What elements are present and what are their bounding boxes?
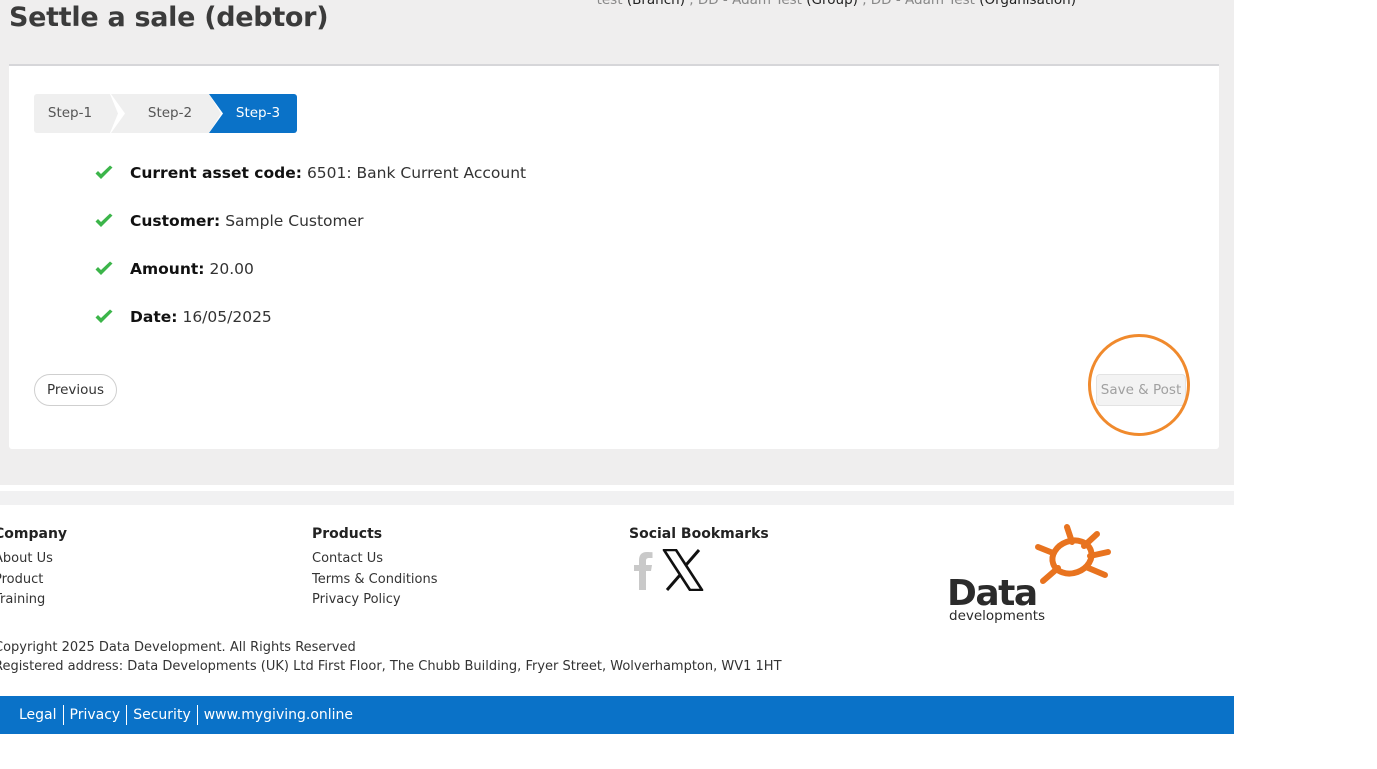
group-name: , DD - Adam Test	[689, 0, 802, 8]
summary-value: 20.00	[209, 260, 254, 278]
footer-social: Social Bookmarks	[629, 526, 769, 549]
summary-item-asset-code: Current asset code: 6501: Bank Current A…	[94, 162, 526, 210]
bottom-link-legal[interactable]: Legal	[13, 705, 63, 725]
wizard-step-2[interactable]: Step-2	[111, 94, 221, 133]
page-content-area: Settle a sale (debtor) test (Branch) , D…	[0, 0, 1234, 485]
data-developments-logo: Data developments	[947, 524, 1111, 623]
footer-link-about-us[interactable]: About Us	[0, 549, 67, 570]
x-icon[interactable]	[662, 549, 704, 591]
page-title: Settle a sale (debtor)	[9, 2, 329, 33]
footer-company: Company About Us Product Training	[0, 526, 67, 611]
wizard-card: Step-1 Step-2 Step-3 Current asset code:…	[9, 64, 1219, 449]
wizard-step-1[interactable]: Step-1	[34, 94, 118, 133]
footer-link-contact-us[interactable]: Contact Us	[312, 549, 438, 570]
check-icon	[95, 309, 113, 323]
previous-button[interactable]: Previous	[34, 374, 117, 406]
bottom-link-bar: Legal Privacy Security www.mygiving.onli…	[0, 696, 1234, 734]
footer-link-training[interactable]: Training	[0, 590, 67, 611]
footer-products: Products Contact Us Terms & Conditions P…	[312, 526, 438, 611]
summary-label: Customer:	[130, 212, 221, 230]
summary-value: 6501: Bank Current Account	[306, 164, 527, 182]
summary-label: Date:	[130, 308, 178, 326]
footer-link-privacy-policy[interactable]: Privacy Policy	[312, 590, 438, 611]
save-and-post-button[interactable]: Save & Post	[1096, 374, 1186, 406]
bottom-link-privacy[interactable]: Privacy	[62, 705, 127, 725]
organisation-name: , DD - Adam Test	[862, 0, 975, 8]
footer-heading-products: Products	[312, 526, 383, 542]
footer-link-product[interactable]: Product	[0, 570, 67, 591]
footer-copyright: Copyright 2025 Data Development. All Rig…	[0, 638, 782, 676]
organisation-tag: (Organisation)	[979, 0, 1076, 8]
summary-value: 16/05/2025	[182, 308, 272, 326]
confirmation-summary: Current asset code: 6501: Bank Current A…	[94, 162, 526, 354]
branch-name: test	[596, 0, 623, 8]
copyright-text: Copyright 2025 Data Development. All Rig…	[0, 640, 356, 655]
check-icon	[95, 261, 113, 275]
footer-heading-social: Social Bookmarks	[629, 526, 769, 542]
registered-address: Registered address: Data Developments (U…	[0, 659, 782, 674]
summary-item-customer: Customer: Sample Customer	[94, 210, 526, 258]
summary-item-date: Date: 16/05/2025	[94, 306, 526, 354]
footer-link-terms[interactable]: Terms & Conditions	[312, 570, 438, 591]
footer-heading-company: Company	[0, 526, 68, 542]
logo-subword: developments	[949, 608, 1045, 623]
user-context: test (Branch) , DD - Adam Test (Group) ,…	[597, 0, 1076, 9]
footer-divider	[0, 491, 1234, 505]
summary-item-amount: Amount: 20.00	[94, 258, 526, 306]
summary-label: Amount:	[130, 260, 205, 278]
check-icon	[95, 213, 113, 227]
check-icon	[95, 165, 113, 179]
summary-value: Sample Customer	[225, 212, 364, 230]
branch-tag: (Branch)	[626, 0, 685, 8]
wizard-step-3-active[interactable]: Step-3	[209, 94, 297, 133]
bottom-link-website[interactable]: www.mygiving.online	[196, 705, 359, 725]
group-tag: (Group)	[806, 0, 858, 8]
summary-label: Current asset code:	[130, 164, 302, 182]
bottom-link-security[interactable]: Security	[126, 705, 197, 725]
facebook-icon[interactable]	[629, 548, 659, 592]
